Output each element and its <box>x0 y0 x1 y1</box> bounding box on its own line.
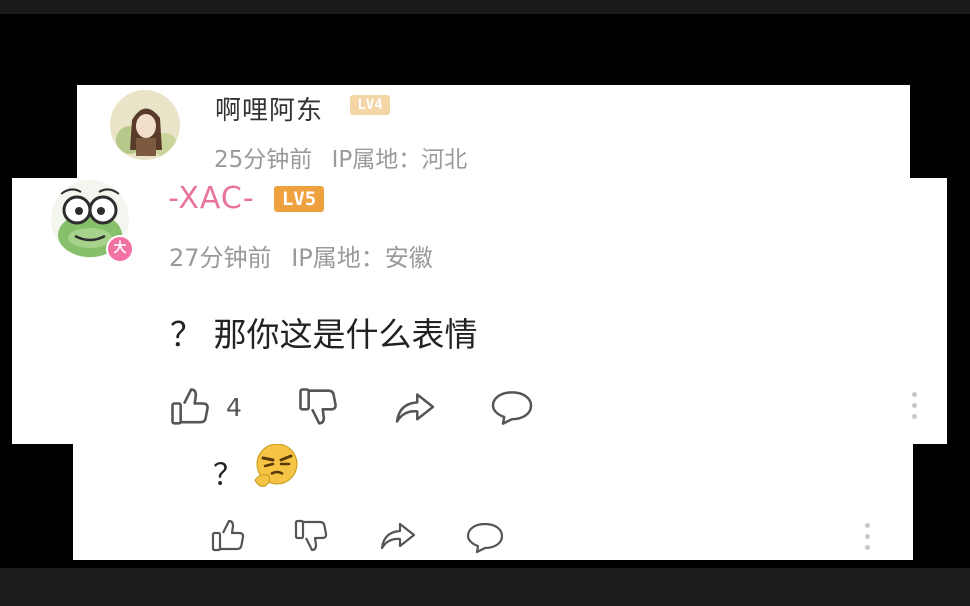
dislike-icon[interactable] <box>293 518 329 558</box>
avatar-anime-girl[interactable] <box>110 90 180 160</box>
question-mark: ？ <box>213 458 243 493</box>
bottom-letterbox <box>0 568 970 606</box>
time-label: 27分钟前 IP属地：安徽 <box>169 238 433 273</box>
time: 27分钟前 <box>169 244 272 272</box>
like-count: 4 <box>226 393 242 422</box>
share-icon[interactable] <box>378 520 418 556</box>
top-letterbox <box>0 0 970 14</box>
dislike-icon[interactable] <box>297 386 339 432</box>
level-badge: LV5 <box>274 186 324 212</box>
comment-icon[interactable] <box>489 389 535 431</box>
comment-icon[interactable] <box>465 521 505 559</box>
ip-location: IP属地：安徽 <box>291 244 433 272</box>
like-icon[interactable] <box>169 386 211 432</box>
more-icon[interactable] <box>912 392 918 425</box>
username[interactable]: -XAC- <box>168 181 255 216</box>
more-icon[interactable] <box>865 523 871 556</box>
comment-card: 大 -XAC- LV5 27分钟前 IP属地：安徽 ？ 那你这是什么表情 4 <box>12 178 947 444</box>
reply-above-card: 啊哩阿东 LV4 25分钟前 IP属地：河北 <box>77 85 910 185</box>
level-badge: LV4 <box>350 95 390 115</box>
reply-text: ？ <box>213 450 243 494</box>
like-icon[interactable] <box>210 518 246 558</box>
vip-badge: 大 <box>106 235 134 263</box>
username[interactable]: 啊哩阿东 <box>215 90 323 127</box>
ip-location: IP属地：河北 <box>331 147 468 173</box>
time-label: 25分钟前 IP属地：河北 <box>214 140 467 174</box>
comment-text: ？ 那你这是什么表情 <box>170 315 478 354</box>
time: 25分钟前 <box>214 147 313 173</box>
share-icon[interactable] <box>392 390 438 430</box>
thinking-emoji-icon <box>253 442 303 494</box>
